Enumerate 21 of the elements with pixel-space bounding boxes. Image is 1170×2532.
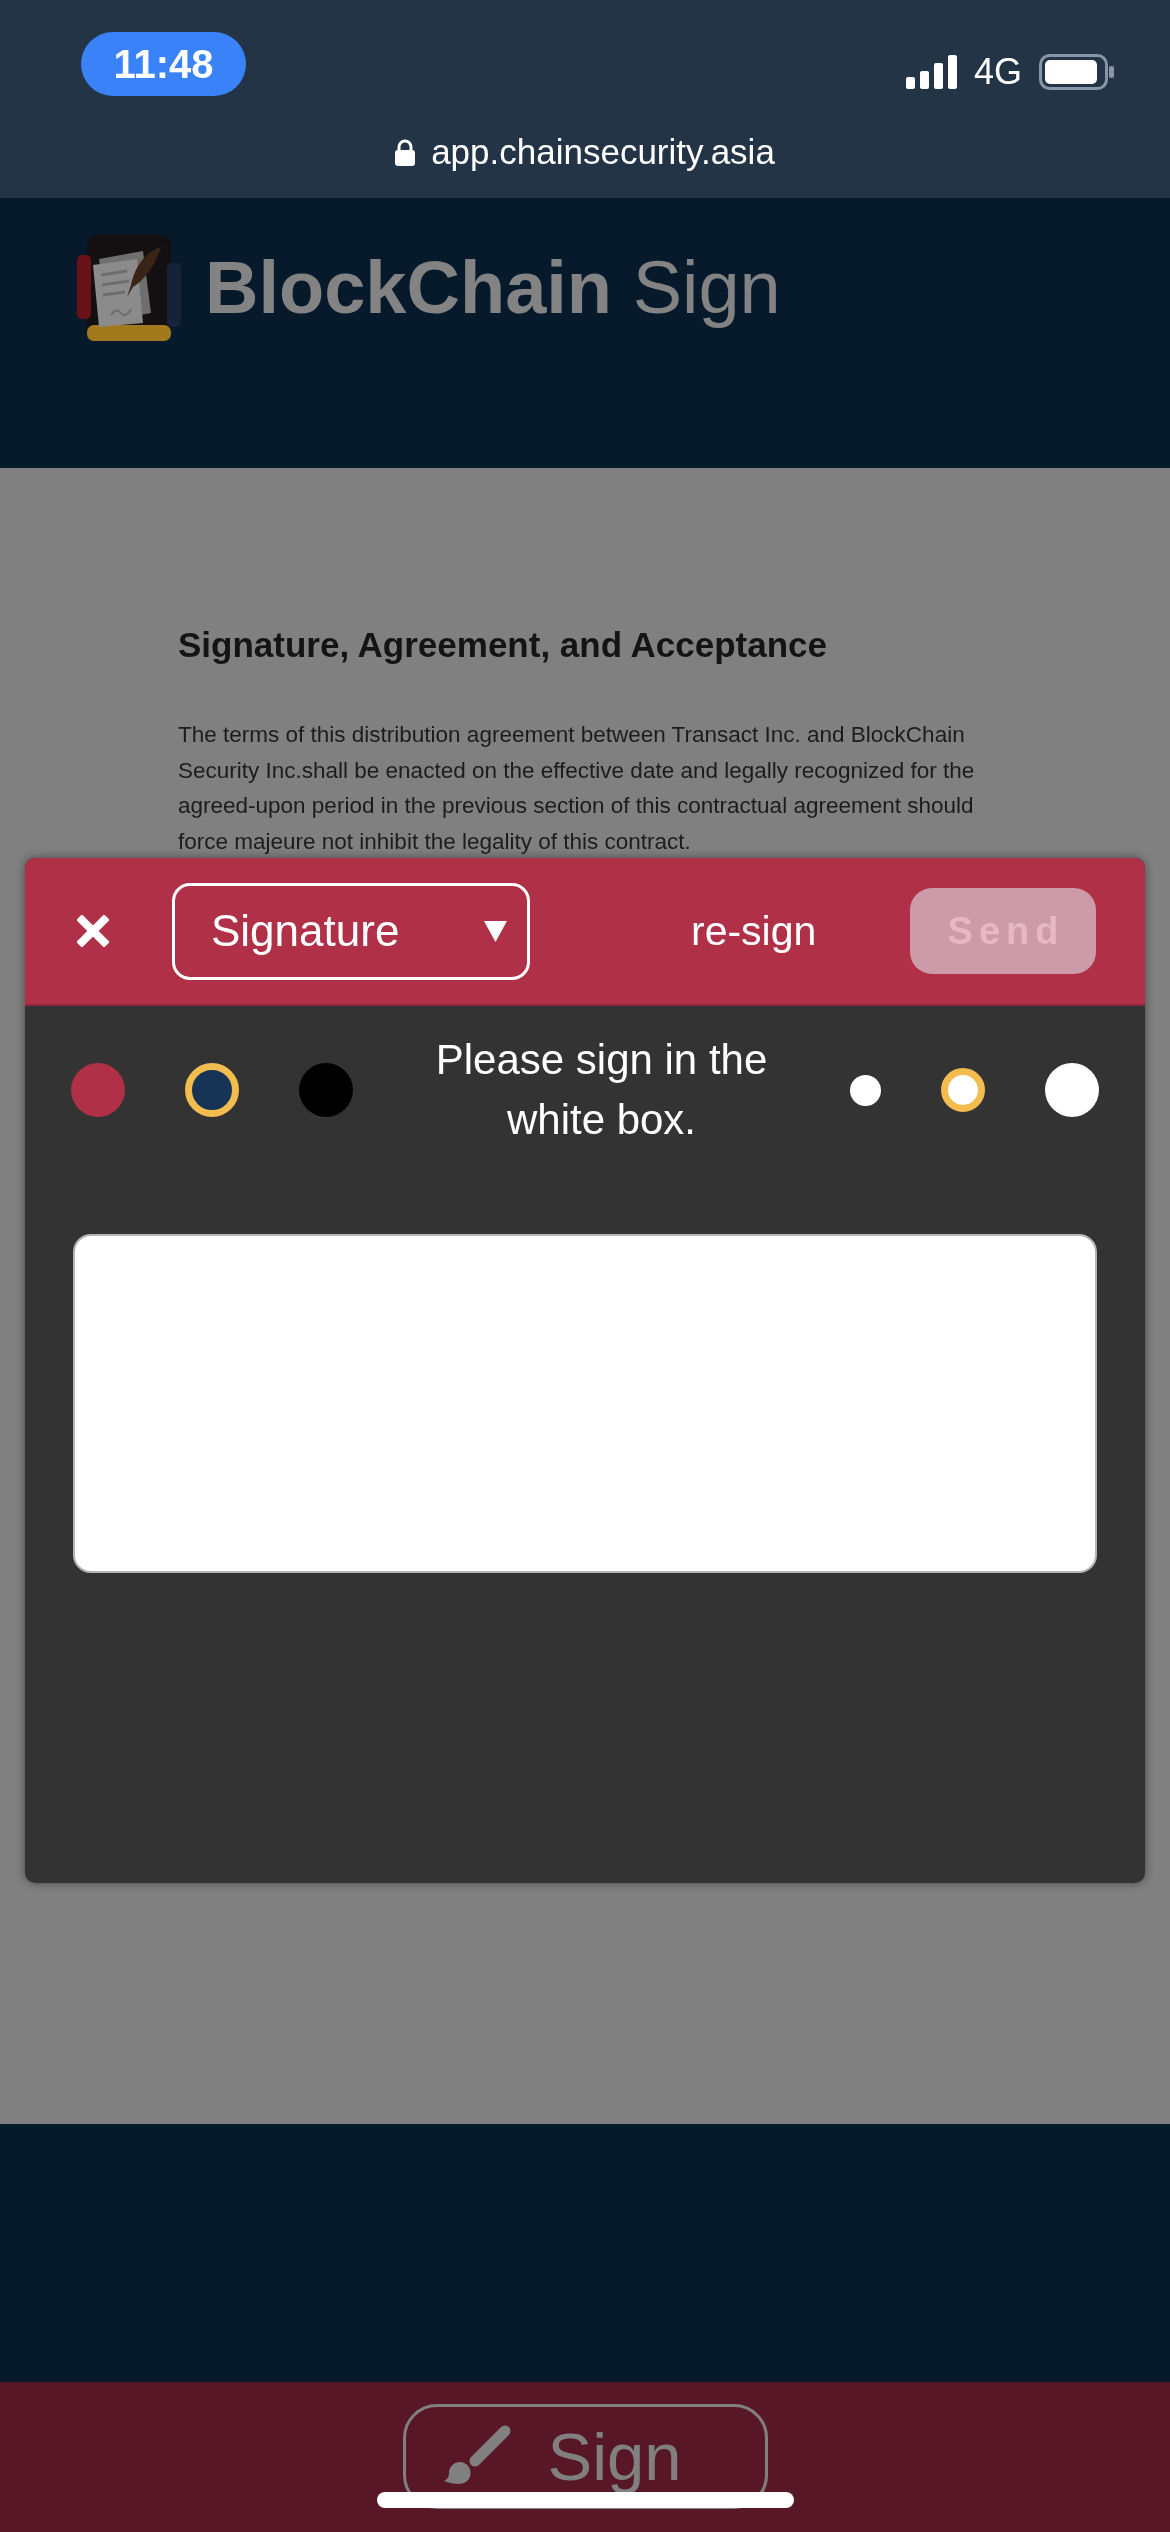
network-type: 4G (973, 54, 1022, 90)
color-swatch-icon[interactable] (71, 1063, 125, 1117)
document-quill-icon (77, 235, 181, 341)
url-text[interactable]: app.chainsecurity.asia (431, 130, 775, 174)
document-heading: Signature, Agreement, and Acceptance (178, 624, 827, 666)
pen-size-icon[interactable] (850, 1074, 881, 1106)
pen-size-icon[interactable] (941, 1068, 985, 1112)
status-time: 11:48 (81, 32, 246, 96)
signature-field[interactable] (73, 1234, 1097, 1573)
close-icon[interactable] (77, 915, 109, 947)
color-swatch-icon[interactable] (185, 1063, 239, 1117)
re-sign-button[interactable]: re-sign (691, 907, 817, 955)
signal-icon (905, 55, 957, 89)
document-paragraph: The terms of this distribution agreement between Transact Inc. and BlockChain Security Inc.shall be enacted on the effective date and legally recognized for the agreed-upon period in the previous section of this contractual agreement should force majeure not inhibit the legality of this contract. (178, 721, 976, 856)
pen-size-icon[interactable] (1045, 1063, 1099, 1117)
instruction-text: Please sign in the white box. (434, 1035, 769, 1145)
type-dropdown[interactable]: Signature (172, 882, 530, 980)
color-swatch-icon[interactable] (299, 1063, 353, 1117)
lock-icon (395, 138, 416, 166)
battery-icon (1039, 54, 1115, 90)
caret-icon (484, 920, 507, 942)
